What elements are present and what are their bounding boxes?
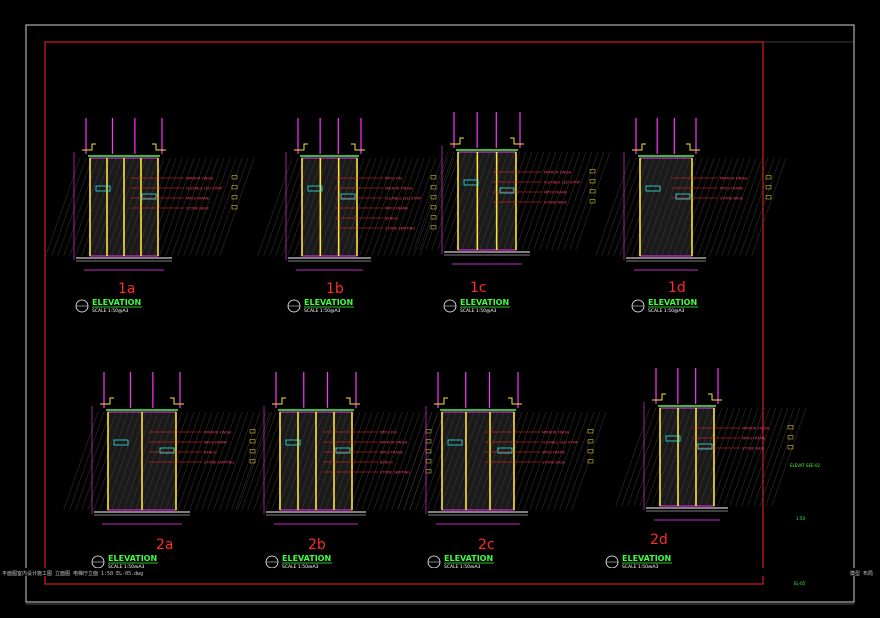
note-tag (249, 439, 256, 444)
annotation-note: STONE SKIRTING (385, 227, 415, 231)
annotation-note: MP03 FRAME (380, 451, 404, 455)
annotation-note: BENCH (204, 451, 217, 455)
elevation-label: 1a (118, 281, 136, 297)
elevation-label: 2d (650, 532, 668, 548)
panel-body (639, 157, 693, 257)
note-tag (787, 425, 794, 430)
annotation-note: BENCH (380, 461, 393, 465)
annotation-note: MP03 FIN (380, 431, 397, 435)
elevation-label: 2b (308, 537, 326, 553)
elevation-1a[interactable]: MIRROR FINISH FLEXIBLE LED STRIP MP03 FRAM… (45, 118, 255, 314)
elevation-2a[interactable]: MIRROR FINISH MP03 FRAME BENCH STONE SKIRTI… (63, 372, 273, 570)
annotation-note: FLEXIBLE LED STRIP (544, 181, 581, 185)
note-tag (425, 439, 432, 444)
elevation-scale: SCALE 1:50@A3 (92, 308, 129, 314)
status-bar-right[interactable]: 模型 布局 (850, 570, 873, 577)
annotation-note: FLEXIBLE LED STRIP (542, 441, 579, 445)
ceiling-bracket (294, 143, 365, 151)
elevation-2c[interactable]: MIRROR FINISH FLEXIBLE LED STRIP MP03 FRAM… (397, 372, 607, 570)
annotation-note: FLEXIBLE LED STRIP (385, 197, 422, 201)
elevation-title: ELEVATION (622, 554, 671, 563)
ceiling-bracket (450, 137, 524, 145)
annotation-note: MP03 FRAME (720, 187, 744, 191)
panel-body (441, 411, 515, 511)
elevation-title: ELEVATION (92, 298, 141, 307)
ceiling-bracket (434, 397, 522, 405)
side-note: ELEVAT SEE-02 (790, 463, 820, 468)
elevation-1b[interactable]: MP03 FIN MIRROR FINISH FLEXIBLE LED STRIP M… (257, 118, 455, 314)
elevation-label: 2c (478, 537, 495, 553)
annotation-note: MIRROR FINISH (385, 187, 413, 191)
elevation-scale: SCALE 1:50@A3 (304, 308, 341, 314)
elevation-title: ELEVATION (460, 298, 509, 307)
annotation-note: MIRROR FINISH (204, 431, 232, 435)
annotation-note: STONE BASE (186, 207, 210, 211)
annotation-note: MIRROR FINISH (186, 177, 214, 181)
note-tag (425, 469, 432, 474)
elevation-title: ELEVATION (304, 298, 353, 307)
elevation-group: MIRROR FINISH FLEXIBLE LED STRIP MP03 FRAM… (45, 112, 807, 570)
annotation-note: MIRROR FINISH (720, 177, 748, 181)
annotation-note: MP03 FRAME (542, 451, 566, 455)
annotation-note: FLEXIBLE LED STRIP (186, 187, 223, 191)
elevation-2d[interactable]: MIRROR FINISH MP03 FRAME STONE BASE 2d ELEVA… (605, 368, 807, 570)
note-tag (787, 435, 794, 440)
elevation-label: 1b (326, 281, 344, 297)
annotation-note: MIRROR FINISH (542, 431, 570, 435)
cad-sheet[interactable]: MIRROR FINISH FLEXIBLE LED STRIP MP03 FRAM… (0, 0, 880, 618)
annotation-note: MIRROR FINISH (742, 427, 770, 431)
elevation-title: ELEVATION (282, 554, 331, 563)
elevation-title: ELEVATION (108, 554, 157, 563)
annotation-note: MP03 FRAME (385, 207, 409, 211)
annotation-note: STONE BASE (542, 461, 566, 465)
ceiling-bracket (632, 143, 700, 151)
ceiling-bracket (272, 397, 360, 405)
annotation-note: STONE BASE (742, 447, 766, 451)
annotation-note: MP03 FRAME (204, 441, 228, 445)
note-tag (587, 439, 594, 444)
elevation-1c[interactable]: MIRROR FINISH FLEXIBLE LED STRIP MP03 FRAM… (413, 112, 611, 314)
elevation-2b[interactable]: MP03 FIN MIRROR FINISH MP03 FRAME BENCH STON… (235, 372, 445, 570)
note-tag (231, 185, 238, 190)
annotation-note: STONE BASE (720, 197, 744, 201)
annotation-note: STONE SKIRTING (380, 471, 410, 475)
cad-drawing-viewport[interactable]: MIRROR FINISH FLEXIBLE LED STRIP MP03 FRAM… (0, 0, 880, 618)
sheet-outer-border (25, 24, 855, 603)
annotation-note: MIRROR FINISH (380, 441, 408, 445)
elevation-scale: SCALE 1:50@A3 (648, 308, 685, 314)
note-tag (425, 429, 432, 434)
elevation-label: 2a (156, 537, 174, 553)
elevation-label: 1d (668, 280, 686, 296)
elevation-title: ELEVATION (648, 298, 697, 307)
ceiling-bracket (82, 143, 166, 151)
sheet-number: EL-05 (794, 581, 806, 586)
elevation-scale: SCALE 1:50@A3 (460, 308, 497, 314)
panel-body (301, 157, 358, 257)
annotation-note: MP03 FRAME (742, 437, 766, 441)
side-scale: 1:50 (796, 516, 805, 521)
annotation-note: MP03 FIN (385, 177, 402, 181)
ceiling-bracket (652, 393, 722, 401)
annotation-note: MP03 FRAME (544, 191, 568, 195)
elevation-title: ELEVATION (444, 554, 493, 563)
annotation-note: STONE BASE (544, 201, 568, 205)
note-tag (231, 175, 238, 180)
status-bar-text: 平面图室内设计施工图 立面图 电梯厅立面 1:50 EL-05.dwg (2, 570, 143, 577)
annotation-note: BENCH (385, 217, 398, 221)
elevation-label: 1c (470, 280, 487, 296)
note-tag (249, 429, 256, 434)
ceiling-bracket (100, 397, 184, 405)
annotation-note: STONE SKIRTING (204, 461, 234, 465)
elevation-1d[interactable]: MIRROR FINISH MP03 FRAME STONE BASE 1d ELEVA… (595, 118, 787, 314)
note-tag (587, 429, 594, 434)
annotation-note: MP03 FRAME (186, 197, 210, 201)
annotation-note: MIRROR FINISH (544, 171, 572, 175)
